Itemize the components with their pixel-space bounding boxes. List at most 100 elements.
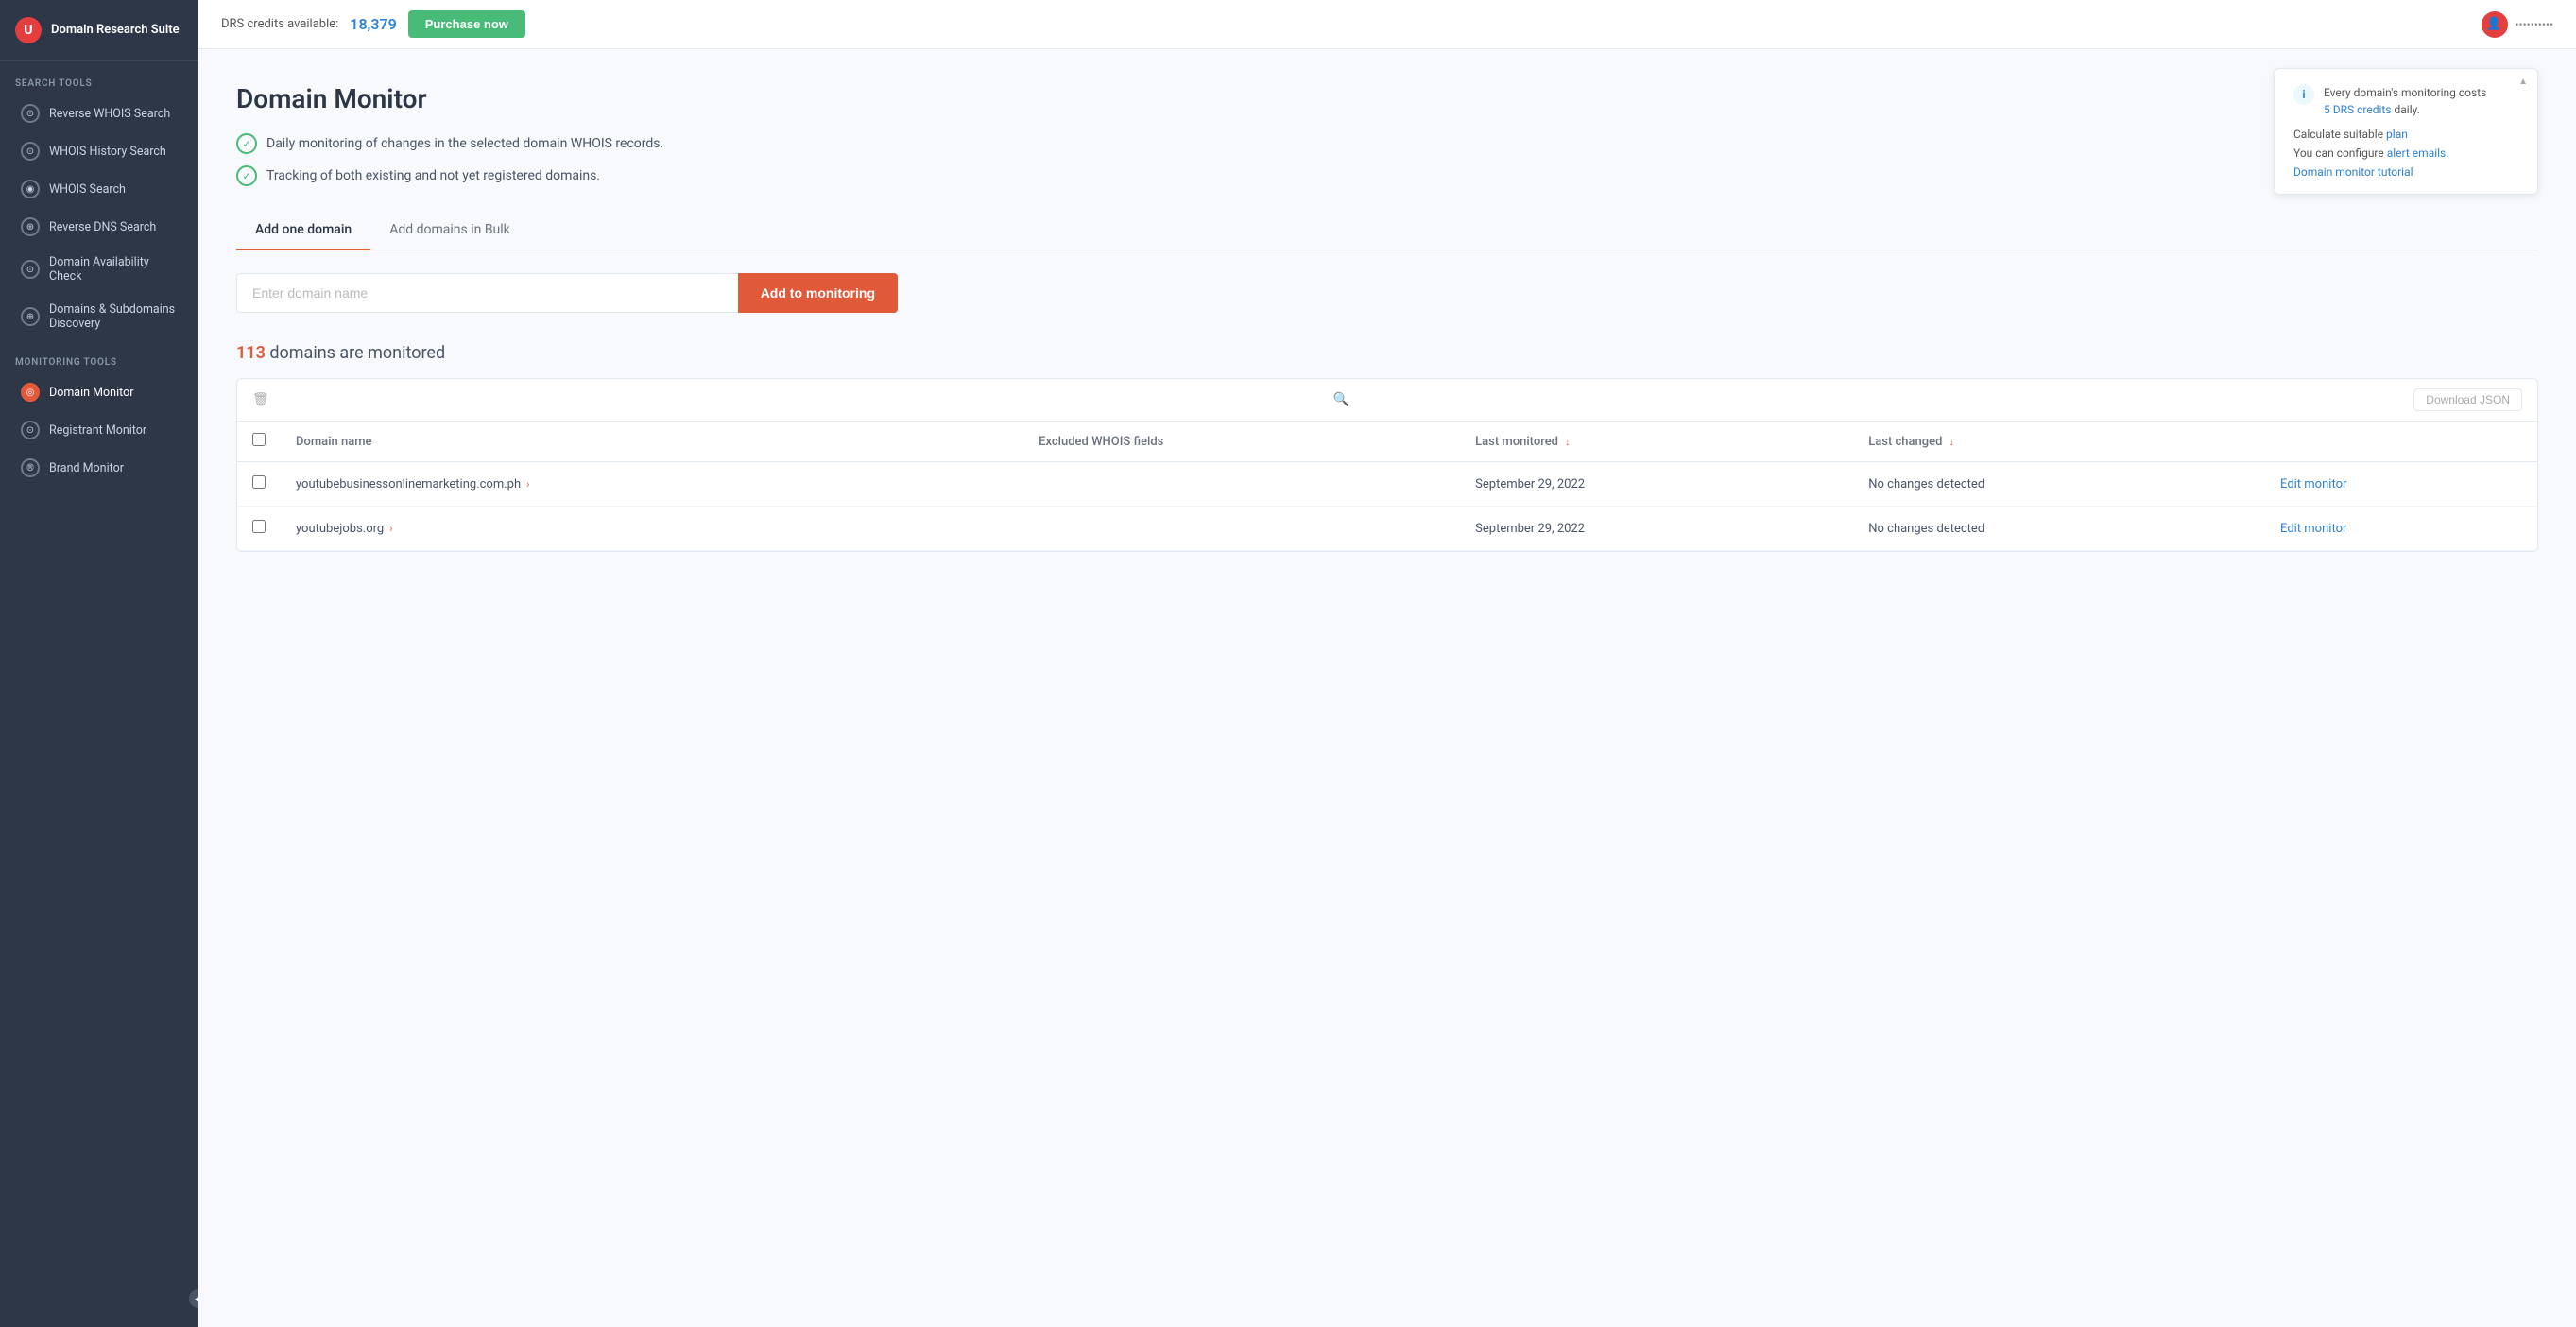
- excluded-whois-cell-0: [1023, 462, 1460, 507]
- domain-arrow-icon-0[interactable]: ›: [526, 478, 529, 491]
- row-checkbox-1[interactable]: [252, 520, 266, 533]
- table-row: youtubebusinessonlinemarketing.com.ph › …: [237, 462, 2537, 507]
- domains-table: Domain name Excluded WHOIS fields Last m…: [237, 422, 2537, 551]
- feature-item-2: ✓ Tracking of both existing and not yet …: [236, 165, 2538, 186]
- sidebar-logo[interactable]: U Domain Research Suite: [0, 0, 198, 61]
- table-toolbar: 🗑 🔍 Download JSON: [237, 379, 2537, 422]
- feature-text-1: Daily monitoring of changes in the selec…: [266, 136, 663, 151]
- download-json-button[interactable]: Download JSON: [2413, 388, 2522, 411]
- reverse-dns-icon: ⊕: [21, 217, 40, 236]
- sidebar-item-label: Registrant Monitor: [49, 423, 146, 438]
- credits-label: DRS credits available:: [221, 17, 338, 31]
- domain-availability-icon: ⊙: [21, 260, 40, 279]
- domain-input[interactable]: [236, 273, 738, 313]
- whois-history-icon: ⊙: [21, 142, 40, 161]
- sidebar-item-label: Domain Availability Check: [49, 255, 178, 284]
- table-header-row: Domain name Excluded WHOIS fields Last m…: [237, 422, 2537, 462]
- sidebar-item-reverse-dns[interactable]: ⊕ Reverse DNS Search: [6, 209, 193, 245]
- domain-monitor-icon: ◎: [21, 383, 40, 402]
- info-credits-suffix: daily.: [2394, 103, 2419, 116]
- search-tools-label: Search tools: [0, 61, 198, 95]
- domains-count: 113 domains are monitored: [236, 343, 2538, 363]
- sidebar-logo-text: Domain Research Suite: [51, 23, 180, 38]
- info-panel-collapse-button[interactable]: ▲: [2518, 77, 2528, 87]
- user-avatar: 👤: [2482, 11, 2508, 38]
- last-changed-sort-icon: ↓: [1949, 438, 1954, 448]
- reverse-whois-icon: ⊙: [21, 104, 40, 123]
- row-checkbox-0[interactable]: [252, 475, 266, 489]
- edit-monitor-link-0[interactable]: Edit monitor: [2280, 477, 2346, 491]
- credits-value: 18,379: [350, 15, 396, 33]
- info-main-text: Every domain's monitoring costs: [2324, 86, 2486, 99]
- main-content: DRS credits available: 18,379 Purchase n…: [198, 0, 2576, 1327]
- delete-icon[interactable]: 🗑: [252, 392, 269, 407]
- domain-input-row: Add to monitoring: [236, 273, 898, 313]
- tab-add-bulk[interactable]: Add domains in Bulk: [370, 213, 529, 250]
- search-icon: 🔍: [1333, 392, 1349, 407]
- domains-count-number: 113: [236, 343, 266, 363]
- info-alert-link[interactable]: alert emails.: [2387, 146, 2449, 160]
- feature-item-1: ✓ Daily monitoring of changes in the sel…: [236, 133, 2538, 154]
- tab-add-one[interactable]: Add one domain: [236, 213, 370, 250]
- sidebar-item-domain-availability[interactable]: ⊙ Domain Availability Check: [6, 247, 193, 292]
- registrant-monitor-icon: ⊙: [21, 421, 40, 439]
- last-monitored-cell-1: September 29, 2022: [1460, 507, 1853, 551]
- purchase-now-button[interactable]: Purchase now: [408, 10, 525, 38]
- sidebar-item-subdomains[interactable]: ⊕ Domains & Subdomains Discovery: [6, 294, 193, 339]
- domain-name-cell-0: youtubebusinessonlinemarketing.com.ph ›: [296, 477, 1008, 491]
- sidebar: U Domain Research Suite Search tools ⊙ R…: [0, 0, 198, 1327]
- last-monitored-sort-icon: ↓: [1565, 438, 1570, 448]
- col-domain-name: Domain name: [281, 422, 1023, 462]
- sidebar-item-label: Domain Monitor: [49, 386, 133, 400]
- domain-name-1: youtubejobs.org: [296, 522, 384, 536]
- check-icon-1: ✓: [236, 133, 257, 154]
- col-last-changed[interactable]: Last changed ↓: [1853, 422, 2265, 462]
- domain-arrow-icon-1[interactable]: ›: [389, 523, 392, 535]
- sidebar-item-domain-monitor[interactable]: ◎ Domain Monitor: [6, 374, 193, 410]
- feature-text-2: Tracking of both existing and not yet re…: [266, 168, 600, 183]
- table-row: youtubejobs.org › September 29, 2022 No …: [237, 507, 2537, 551]
- domain-name-cell-1: youtubejobs.org ›: [296, 522, 1008, 536]
- sidebar-item-label: Domains & Subdomains Discovery: [49, 302, 178, 331]
- page-title: Domain Monitor: [236, 83, 2538, 114]
- col-last-monitored[interactable]: Last monitored ↓: [1460, 422, 1853, 462]
- sidebar-item-registrant-monitor[interactable]: ⊙ Registrant Monitor: [6, 412, 193, 448]
- add-to-monitoring-button[interactable]: Add to monitoring: [738, 273, 898, 313]
- select-all-checkbox[interactable]: [252, 433, 266, 446]
- info-panel: ▲ i Every domain's monitoring costs 5 DR…: [2274, 68, 2538, 195]
- monitoring-tools-label: Monitoring tools: [0, 340, 198, 373]
- sidebar-item-label: WHOIS History Search: [49, 145, 166, 159]
- info-credits-link[interactable]: 5 DRS credits: [2324, 103, 2392, 116]
- table-search: 🔍: [279, 392, 2405, 407]
- sidebar-item-label: Reverse WHOIS Search: [49, 107, 170, 121]
- last-monitored-cell-0: September 29, 2022: [1460, 462, 1853, 507]
- info-calculate-text: Calculate suitable: [2293, 128, 2383, 141]
- sidebar-item-reverse-whois[interactable]: ⊙ Reverse WHOIS Search: [6, 95, 193, 131]
- domain-name-0: youtubebusinessonlinemarketing.com.ph: [296, 477, 521, 491]
- sidebar-item-whois-history[interactable]: ⊙ WHOIS History Search: [6, 133, 193, 169]
- edit-monitor-link-1[interactable]: Edit monitor: [2280, 522, 2346, 536]
- last-changed-cell-0: No changes detected: [1853, 462, 2265, 507]
- sidebar-item-label: WHOIS Search: [49, 182, 126, 197]
- sidebar-item-label: Brand Monitor: [49, 461, 124, 475]
- excluded-whois-cell-1: [1023, 507, 1460, 551]
- subdomains-icon: ⊕: [21, 307, 40, 326]
- last-changed-cell-1: No changes detected: [1853, 507, 2265, 551]
- user-name: ••••••••••: [2516, 18, 2554, 31]
- info-plan-link[interactable]: plan: [2386, 128, 2408, 141]
- col-excluded-whois: Excluded WHOIS fields: [1023, 422, 1460, 462]
- info-configure-text: You can configure: [2293, 146, 2384, 160]
- page-content: ▲ i Every domain's monitoring costs 5 DR…: [198, 49, 2576, 1327]
- tabs: Add one domain Add domains in Bulk: [236, 213, 2538, 250]
- whois-search-icon: ◉: [21, 180, 40, 198]
- sidebar-item-whois-search[interactable]: ◉ WHOIS Search: [6, 171, 193, 207]
- sidebar-item-label: Reverse DNS Search: [49, 220, 156, 234]
- domains-count-suffix: domains are monitored: [266, 343, 445, 363]
- feature-list: ✓ Daily monitoring of changes in the sel…: [236, 133, 2538, 186]
- info-tutorial-link[interactable]: Domain monitor tutorial: [2293, 165, 2413, 179]
- sidebar-item-brand-monitor[interactable]: ® Brand Monitor: [6, 450, 193, 486]
- topbar: DRS credits available: 18,379 Purchase n…: [198, 0, 2576, 49]
- user-menu[interactable]: 👤 ••••••••••: [2482, 11, 2554, 38]
- logo-icon: U: [15, 17, 42, 43]
- brand-monitor-icon: ®: [21, 458, 40, 477]
